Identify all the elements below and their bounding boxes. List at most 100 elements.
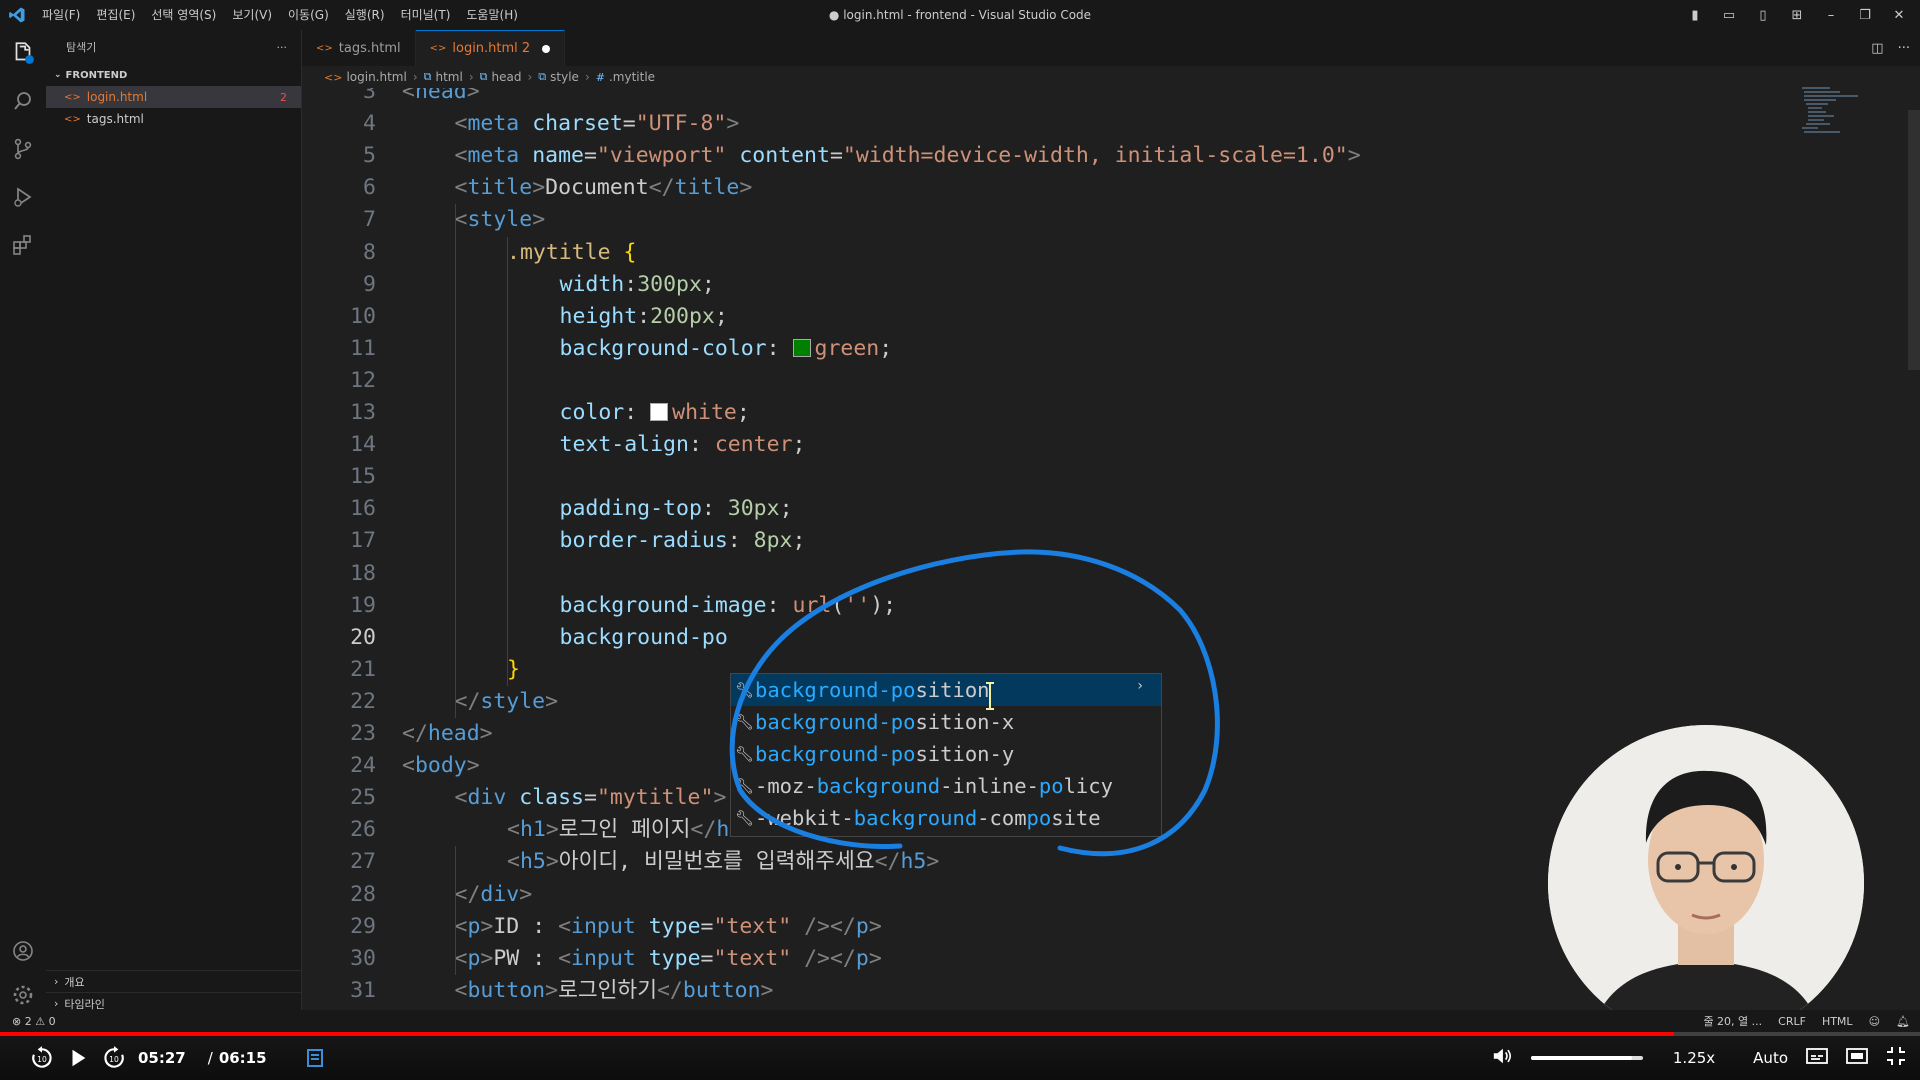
suggestion-item[interactable]: 🔧︎ -webkit-background -com po site <box>731 802 1161 834</box>
quality-setting[interactable]: Auto <box>1753 1049 1788 1067</box>
code-text: padding-top: 30px; <box>559 496 793 522</box>
line-number: 17 <box>350 528 376 554</box>
menu-item[interactable]: 이동(G) <box>280 0 337 30</box>
outline-section[interactable]: › 개요 <box>46 970 302 992</box>
file-item-tags[interactable]: <> tags.html <box>46 108 301 130</box>
settings-gear-icon[interactable] <box>8 980 38 1010</box>
split-editor-icon[interactable]: ◫ <box>1871 41 1883 56</box>
code-line[interactable]: 8 .mytitle { <box>302 237 1802 269</box>
toggle-secondary-sidebar-icon[interactable]: ▯ <box>1752 8 1774 23</box>
color-swatch-icon[interactable] <box>650 403 669 421</box>
menu-item[interactable]: 도움말(H) <box>458 0 526 30</box>
code-line[interactable]: 19 background-image: url(''); <box>302 590 1802 622</box>
fullscreen-exit-icon[interactable] <box>1886 1046 1906 1070</box>
rewind-10-icon[interactable]: 10 <box>24 1040 60 1076</box>
close-button[interactable]: ✕ <box>1888 8 1910 23</box>
menu-item[interactable]: 보기(V) <box>224 0 280 30</box>
extensions-icon[interactable] <box>8 230 38 260</box>
menu-item[interactable]: 터미널(T) <box>393 0 459 30</box>
menu-item[interactable]: 실행(R) <box>337 0 393 30</box>
code-text: </style> <box>454 688 559 714</box>
suggestion-item[interactable]: 🔧︎ background-po sition-y <box>731 738 1161 770</box>
breadcrumb: <> login.html › ⧉ html › ⧉ head › ⧉ style › # .mytitl… <box>302 66 1920 88</box>
playback-speed[interactable]: 1.25x <box>1673 1049 1715 1067</box>
cursor-position[interactable]: 줄 20, 열 ... <box>1703 1013 1762 1029</box>
menu-item[interactable]: 선택 영역(S) <box>143 0 224 30</box>
tab-login-html[interactable]: <> login.html 2 <box>415 30 566 66</box>
breadcrumb-item[interactable]: login.html <box>346 70 406 84</box>
file-item-login[interactable]: <> login.html 2 <box>46 86 301 108</box>
line-number: 21 <box>350 656 376 682</box>
suggestion-item[interactable]: 🔧︎ -moz-background -inline-po licy <box>731 770 1161 802</box>
breadcrumb-item[interactable]: .mytitle <box>609 70 655 84</box>
more-actions-icon[interactable]: ··· <box>1898 41 1910 56</box>
suggestion-text: background-po <box>755 710 916 734</box>
code-text: background-color: green; <box>559 335 893 361</box>
toggle-sidebar-icon[interactable]: ▮ <box>1684 8 1706 23</box>
suggestion-item[interactable]: 🔧︎ background-po sition-x <box>731 706 1161 738</box>
code-line[interactable]: 10 height:200px; <box>302 301 1802 333</box>
tab-tags-html[interactable]: <> tags.html <box>302 30 416 66</box>
code-line[interactable]: 31 <button>로그인하기</button> <box>302 975 1802 1007</box>
run-debug-icon[interactable] <box>8 182 38 212</box>
line-number: 16 <box>350 496 376 522</box>
bell-icon[interactable]: 🔔︎ <box>1896 1015 1910 1028</box>
menu-item[interactable]: 파일(F) <box>34 0 88 30</box>
suggestion-text: po <box>1026 806 1052 830</box>
code-text: <button>로그인하기</button> <box>454 977 774 1003</box>
breadcrumb-item[interactable]: html <box>436 70 463 84</box>
captions-icon[interactable] <box>1806 1047 1828 1069</box>
code-line[interactable]: 3 <head> <box>302 88 1802 108</box>
editor-scrollbar[interactable] <box>1908 110 1920 370</box>
restore-button[interactable]: ❐ <box>1854 8 1876 23</box>
code-line[interactable]: 5 <meta name="viewport" content="width=de… <box>302 140 1802 172</box>
play-icon[interactable] <box>60 1040 96 1076</box>
code-line[interactable]: 20 background-po <box>302 622 1802 654</box>
player-right-controls: 1.25x Auto <box>1491 1036 1906 1080</box>
explorer-icon[interactable] <box>8 38 38 68</box>
feedback-icon[interactable]: ☺ <box>1869 1015 1880 1028</box>
more-actions-icon[interactable]: ··· <box>277 41 288 54</box>
code-line[interactable]: 6 <title>Document</title> <box>302 172 1802 204</box>
code-line[interactable]: 16 padding-top: 30px; <box>302 493 1802 525</box>
code-line[interactable]: 14 text-align: center; <box>302 429 1802 461</box>
code-line[interactable]: 18 <box>302 558 1802 590</box>
text-cursor-icon <box>986 682 994 710</box>
code-line[interactable]: 13 color: white; <box>302 397 1802 429</box>
duration: 06:15 <box>218 1049 267 1067</box>
code-line[interactable]: 15 <box>302 461 1802 493</box>
title-bar: 파일(F) 편집(E) 선택 영역(S) 보기(V) 이동(G) 실행(R) 터미널(T) 도… <box>0 0 1920 30</box>
unsaved-dot-icon[interactable] <box>542 44 551 53</box>
breadcrumb-item[interactable]: style <box>550 70 579 84</box>
account-icon[interactable] <box>8 936 38 966</box>
menu-item[interactable]: 편집(E) <box>88 0 143 30</box>
problems-indicator[interactable]: ⊗ 2 ⚠ 0 <box>12 1015 56 1028</box>
suggestion-item[interactable]: 🔧︎ background-po sition <box>731 674 1161 706</box>
suggestion-text: background <box>853 806 978 830</box>
code-line[interactable]: 7 <style> <box>302 204 1802 236</box>
chevron-right-icon[interactable]: › <box>1137 678 1143 694</box>
code-line[interactable]: 12 <box>302 365 1802 397</box>
breadcrumb-item[interactable]: head <box>492 70 522 84</box>
eol-indicator[interactable]: CRLF <box>1778 1015 1806 1028</box>
color-swatch-icon[interactable] <box>792 338 811 357</box>
theater-mode-icon[interactable] <box>1846 1047 1868 1069</box>
code-line[interactable]: 4 <meta charset="UTF-8"> <box>302 108 1802 140</box>
search-icon[interactable] <box>8 86 38 116</box>
playlist-icon[interactable] <box>297 1040 333 1076</box>
code-line[interactable]: 17 border-radius: 8px; <box>302 525 1802 557</box>
volume-icon[interactable] <box>1491 1046 1513 1070</box>
language-mode[interactable]: HTML <box>1822 1015 1853 1028</box>
minimap[interactable] <box>1800 84 1880 164</box>
customize-layout-icon[interactable]: ⊞ <box>1786 8 1808 23</box>
minimize-button[interactable]: – <box>1820 8 1842 23</box>
code-text: } <box>507 656 520 682</box>
source-control-icon[interactable] <box>8 134 38 164</box>
toggle-panel-icon[interactable]: ▭ <box>1718 8 1740 23</box>
code-line[interactable]: 11 background-color: green; <box>302 333 1802 365</box>
code-text: <p>ID : <input type="text" /></p> <box>454 913 882 939</box>
code-line[interactable]: 9 width:300px; <box>302 269 1802 301</box>
forward-10-icon[interactable]: 10 <box>96 1040 132 1076</box>
volume-slider[interactable] <box>1530 1056 1643 1060</box>
folder-frontend[interactable]: ⌄ FRONTEND <box>46 64 301 86</box>
